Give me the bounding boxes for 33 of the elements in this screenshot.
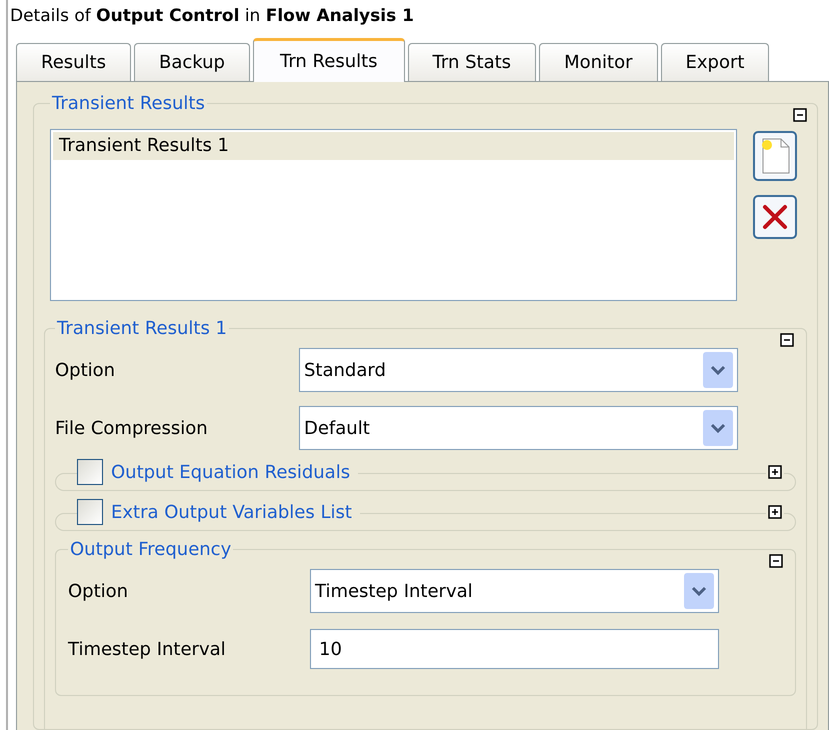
- section-title: Transient Results 1: [56, 317, 228, 341]
- delete-button[interactable]: [753, 195, 797, 239]
- tab[interactable]: Trn Stats: [408, 43, 536, 81]
- chevron-down-icon: [703, 410, 733, 446]
- expand-icon[interactable]: [768, 505, 782, 519]
- field-label: Timestep Interval: [68, 638, 226, 660]
- chevron-down-icon: [703, 352, 733, 388]
- new-document-icon: [759, 137, 791, 175]
- tab[interactable]: Results: [16, 43, 131, 81]
- chevron-down-icon: [684, 573, 714, 609]
- section-title: Transient Results: [51, 92, 206, 116]
- checkbox[interactable]: [77, 499, 103, 525]
- tab[interactable]: Backup: [134, 43, 250, 81]
- field-label: Option: [68, 580, 128, 602]
- collapse-icon[interactable]: [769, 554, 783, 568]
- new-document-button[interactable]: [753, 131, 797, 181]
- tab[interactable]: Trn Results: [252, 38, 405, 82]
- list-item[interactable]: Transient Results 1: [53, 132, 734, 160]
- tab[interactable]: Export: [660, 43, 770, 81]
- window-title: Details of Output Control in Flow Analysis 1: [9, 5, 415, 28]
- input-field[interactable]: 10: [310, 629, 719, 669]
- section-title: Output Frequency: [69, 538, 232, 562]
- expand-icon[interactable]: [768, 465, 782, 479]
- field-label: Option: [55, 360, 116, 380]
- dropdown[interactable]: Default: [299, 406, 738, 450]
- checkbox[interactable]: [77, 459, 103, 485]
- collapse-icon[interactable]: [793, 108, 807, 122]
- tab[interactable]: Monitor: [539, 43, 658, 81]
- dropdown[interactable]: Timestep Interval: [310, 569, 719, 613]
- collapse-icon[interactable]: [780, 333, 794, 347]
- dropdown[interactable]: Standard: [299, 348, 738, 392]
- field-label: File Compression: [55, 418, 208, 438]
- delete-icon: [762, 204, 788, 230]
